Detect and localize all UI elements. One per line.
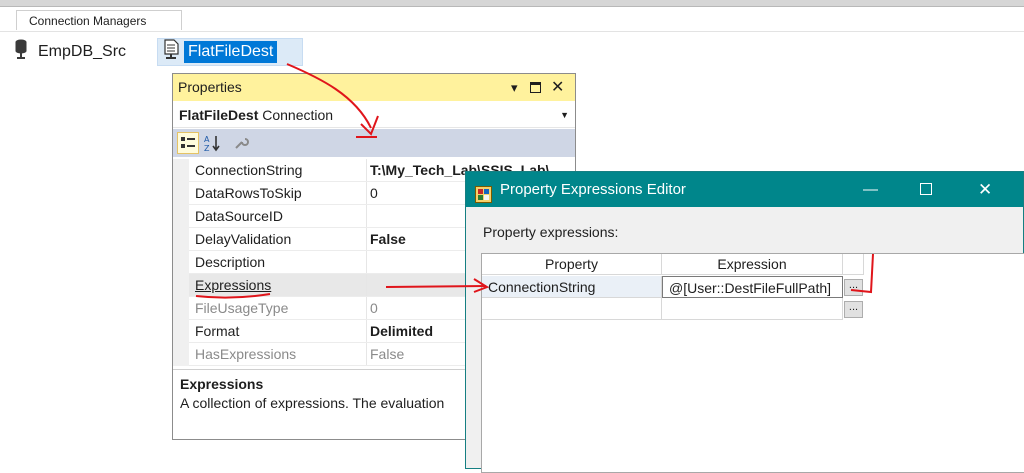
property-name: ConnectionString [195,162,303,178]
properties-toolbar: AZ [173,129,575,157]
property-name: Format [195,323,240,339]
object-type: Connection [262,107,334,123]
svg-text:A: A [204,135,210,144]
properties-title-bar[interactable]: Properties ▾ ✕ [173,74,575,101]
svg-text:Z: Z [204,144,210,152]
new-row-expression[interactable] [662,298,843,320]
column-header-blank [843,254,864,275]
dropdown-arrow-icon[interactable]: ▾ [511,74,518,101]
tab-connection-managers[interactable]: Connection Managers [16,10,182,30]
property-value: 0 [370,300,378,316]
top-bar [0,0,1024,7]
property-name: FileUsageType [195,300,289,316]
expression-row-property[interactable]: ConnectionString [482,276,662,298]
connection-label: FlatFileDest [184,41,278,63]
object-name: FlatFileDest [179,107,259,123]
expression-row-expression[interactable]: @[User::DestFileFullPath] [662,276,843,298]
property-pages-icon[interactable] [230,132,252,154]
object-dropdown-icon[interactable]: ▼ [560,102,569,128]
property-name: HasExpressions [195,346,297,362]
categorized-icon[interactable] [177,132,199,154]
minimize-icon[interactable]: — [863,172,878,207]
database-icon [14,38,28,65]
property-name: DataRowsToSkip [195,185,302,201]
property-name: DelayValidation [195,231,292,247]
connection-item-flatfiledest[interactable]: FlatFileDest [157,38,303,66]
maximize-icon[interactable] [530,74,541,101]
expressions-grid: Property Expression ConnectionString @[U… [481,253,1024,473]
expression-builder-button[interactable]: ... [844,279,863,296]
editor-app-icon [475,181,492,203]
property-expressions-editor-dialog: Property Expressions Editor — ✕ Property… [465,171,1024,473]
object-selector[interactable]: FlatFileDest Connection ▼ [173,102,575,128]
property-expressions-label: Property expressions: [483,224,619,240]
property-value: Delimited [370,323,434,339]
property-name: Expressions [195,277,272,293]
flat-file-icon [162,38,180,66]
property-name: Description [195,254,266,270]
alphabetical-icon[interactable]: AZ [201,132,223,154]
close-icon[interactable]: ✕ [978,172,992,207]
dialog-title-bar[interactable]: Property Expressions Editor — ✕ [466,172,1023,207]
connection-label: EmpDB_Src [38,42,127,60]
expression-builder-button-new[interactable]: ... [844,301,863,318]
properties-title: Properties [178,79,242,95]
column-header-property[interactable]: Property [482,254,662,275]
property-value: False [370,346,405,362]
property-value: 0 [370,185,378,201]
dialog-title: Property Expressions Editor [500,181,686,198]
close-icon[interactable]: ✕ [551,74,564,101]
connection-item-empdb-src[interactable]: EmpDB_Src [14,38,126,65]
column-header-expression[interactable]: Expression [662,254,843,275]
new-row-property[interactable] [482,298,662,320]
property-name: DataSourceID [195,208,283,224]
maximize-icon[interactable] [920,172,932,207]
property-value: False [370,231,406,247]
